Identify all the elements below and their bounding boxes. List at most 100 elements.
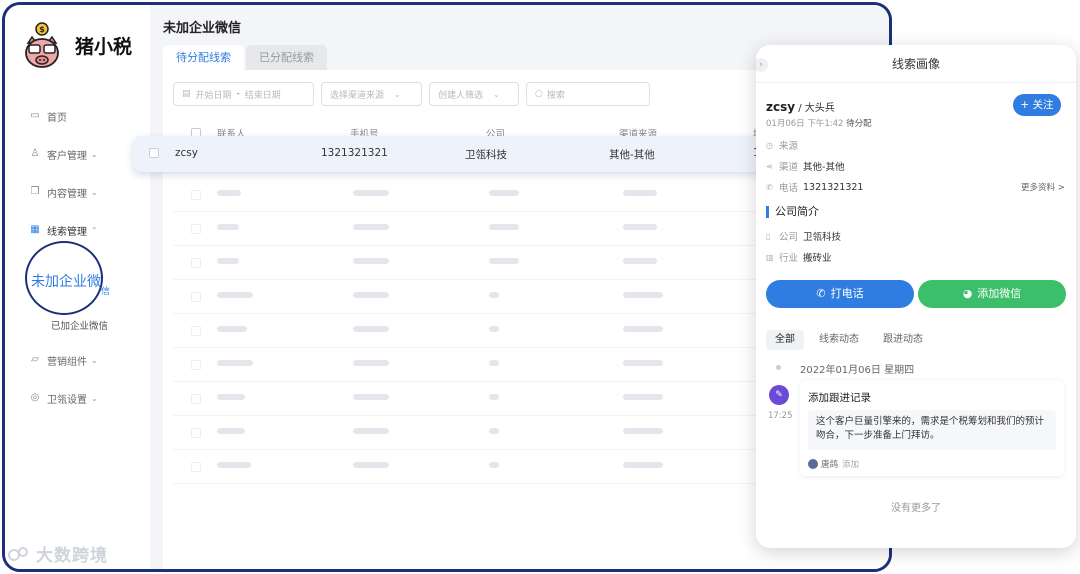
info-channel: ⋖ 渠道 其他-其他 (766, 159, 844, 174)
blurred-cell (353, 462, 389, 468)
blurred-cell (623, 326, 663, 332)
author-name: 唐鸽 (821, 460, 839, 470)
sidebar-item-customers[interactable]: ♙ 客户管理 ⌄ (29, 135, 149, 173)
tab-unassigned[interactable]: 待分配线索 (163, 45, 244, 70)
sidebar-item-content[interactable]: ❐ 内容管理 ⌄ (29, 173, 149, 211)
blurred-cell (623, 258, 657, 264)
add-wechat-button[interactable]: ◕ 添加微信 (918, 280, 1066, 308)
row-checkbox[interactable] (191, 258, 201, 268)
blurred-cell (623, 292, 663, 298)
channel-select[interactable]: 选择渠道来源 ⌄ (321, 82, 422, 106)
blurred-cell (489, 428, 499, 434)
tab-bar: 待分配线索 已分配线索 (163, 45, 327, 70)
row-checkbox[interactable] (191, 428, 201, 438)
blurred-cell (353, 224, 389, 230)
lead-name-text: zcsy (766, 100, 796, 114)
activity-tabs: 全部 线索动态 跟进动态 (766, 330, 938, 350)
creator-select[interactable]: 创建人筛选 ⌄ (429, 82, 519, 106)
chevron-down-icon: ⌄ (91, 393, 98, 403)
lead-status: 待分配 (846, 119, 872, 129)
cell-channel: 其他-其他 (609, 149, 655, 161)
filter-bar: ▤ 开始日期 - 结束日期 选择渠道来源 ⌄ 创建人筛选 ⌄ ○ 搜索 (173, 82, 657, 106)
sidebar-menu-lower: ▱ 营销组件 ⌄ ◎ 卫瓴设置 ⌄ (29, 341, 149, 417)
tab-assigned[interactable]: 已分配线索 (246, 45, 327, 70)
building-icon: ▦ (30, 224, 40, 235)
row-checkbox[interactable] (191, 224, 201, 234)
creator-select-placeholder: 创建人筛选 (438, 90, 484, 101)
industry-icon: ▥ (766, 252, 774, 262)
tab-follow-activity[interactable]: 跟进动态 (874, 330, 932, 350)
row-checkbox[interactable] (191, 360, 201, 370)
collapse-icon[interactable]: › (756, 58, 768, 72)
blurred-cell (623, 428, 663, 434)
company-icon: ▯ (766, 231, 771, 241)
blurred-cell (623, 394, 663, 400)
no-more-text: 没有更多了 (891, 503, 941, 514)
timeline-time: 17:25 (768, 411, 793, 421)
lead-profile-panel: › 线索画像 zcsy / 大头兵 01月06日 下午1:42 待分配 + 关注… (756, 45, 1076, 548)
author-action: 添加 (842, 460, 860, 470)
tab-all[interactable]: 全部 (766, 330, 804, 350)
more-info-link[interactable]: 更多资料 > (1021, 181, 1065, 193)
table-row-selected[interactable]: zcsy 1321321321 卫瓴科技 其他-其他 1 (133, 136, 773, 172)
blurred-cell (623, 360, 663, 366)
row-checkbox[interactable] (191, 394, 201, 404)
sidebar: $ 猪小税 ▭ 首页 ♙ 客户管理 ⌄ ❐ 内容管理 ⌄ ▦ 线索管理 ⌃ 未加… (5, 5, 150, 569)
app-title: 猪小税 (75, 35, 133, 58)
chevron-down-icon: ⌄ (394, 89, 401, 99)
phone-value: 1321321321 (803, 181, 864, 193)
watermark-logo-icon (8, 546, 28, 561)
row-checkbox[interactable] (191, 292, 201, 302)
call-label: 打电话 (830, 287, 864, 300)
blurred-cell (623, 462, 663, 468)
pig-logo-icon: $ (25, 22, 59, 68)
sidebar-subitem-tail: 信 (101, 287, 111, 297)
blurred-cell (489, 326, 499, 332)
source-label: 来源 (779, 141, 799, 152)
blurred-cell (217, 258, 239, 264)
chevron-down-icon: ⌄ (91, 355, 98, 365)
blurred-cell (353, 326, 389, 332)
blurred-cell (217, 360, 253, 366)
blurred-cell (217, 224, 239, 230)
phone-label: 电话 (779, 183, 799, 194)
tab-lead-activity[interactable]: 线索动态 (810, 330, 868, 350)
monitor-icon: ▭ (30, 110, 40, 121)
channel-select-placeholder: 选择渠道来源 (330, 90, 385, 101)
chevron-down-icon: ⌄ (91, 187, 98, 197)
phone-icon: ✆ (766, 182, 773, 192)
sidebar-subitem-added-wecom[interactable]: 已加企业微信 (51, 318, 108, 332)
watermark-text: 大数跨境 (36, 546, 108, 566)
sidebar-item-settings[interactable]: ◎ 卫瓴设置 ⌄ (29, 379, 149, 417)
phone-icon: ✆ (816, 287, 826, 300)
blurred-cell (489, 462, 499, 468)
company-label: 公司 (779, 232, 799, 243)
date-range-picker[interactable]: ▤ 开始日期 - 结束日期 (173, 82, 314, 106)
sidebar-item-marketing[interactable]: ▱ 营销组件 ⌄ (29, 341, 149, 379)
blurred-cell (489, 360, 499, 366)
folder-icon: ▱ (31, 354, 39, 365)
blurred-cell (623, 190, 657, 196)
call-button[interactable]: ✆ 打电话 (766, 280, 914, 308)
row-checkbox[interactable] (191, 326, 201, 336)
search-input[interactable]: ○ 搜索 (526, 82, 650, 106)
search-placeholder: 搜索 (546, 90, 565, 101)
blurred-cell (353, 394, 389, 400)
blurred-cell (489, 190, 519, 196)
followup-record-icon: ✎ (769, 385, 789, 405)
share-icon: ⋖ (766, 161, 773, 171)
row-checkbox[interactable] (149, 148, 159, 158)
follow-button[interactable]: + 关注 (1013, 94, 1061, 116)
sidebar-item-label: 首页 (47, 112, 67, 124)
sidebar-item-home[interactable]: ▭ 首页 (29, 97, 149, 135)
lead-alias: / 大头兵 (795, 103, 835, 114)
row-checkbox[interactable] (191, 190, 201, 200)
row-checkbox[interactable] (191, 462, 201, 472)
blurred-cell (489, 224, 519, 230)
chevron-down-icon: ⌄ (91, 149, 98, 159)
sidebar-subitem-not-added-wecom[interactable]: 未加企业微 (31, 271, 101, 291)
blurred-cell (353, 292, 389, 298)
logo: $ 猪小税 (23, 21, 132, 69)
blurred-cell (489, 292, 499, 298)
info-company: ▯ 公司 卫瓴科技 (766, 229, 841, 244)
